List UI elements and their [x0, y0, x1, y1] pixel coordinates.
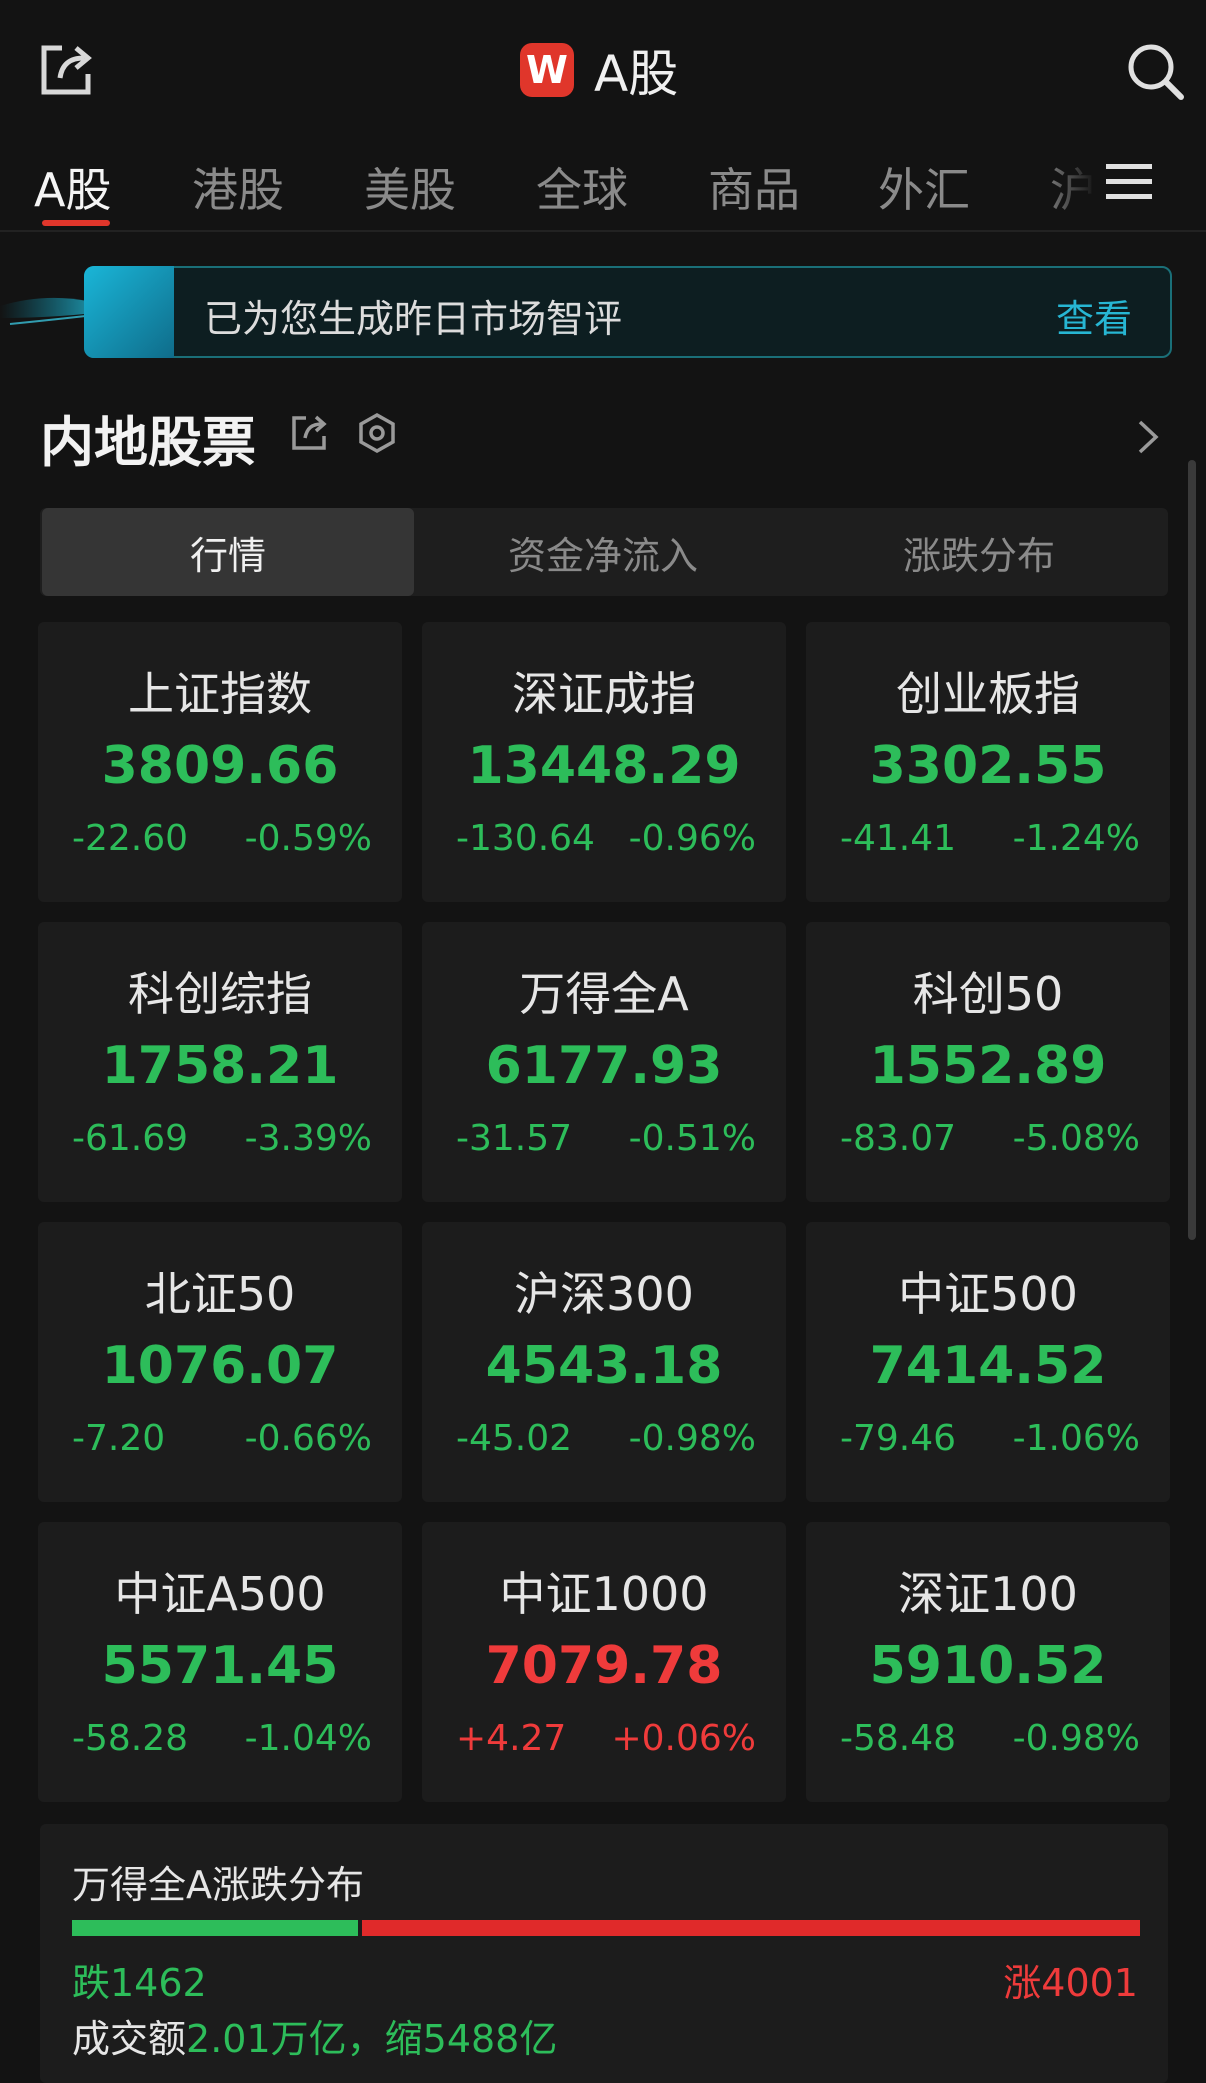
top-bar: W A股	[0, 0, 1206, 140]
index-name: 万得全A	[519, 967, 689, 1021]
index-change: -79.46	[840, 1418, 957, 1459]
section-title: 内地股票	[40, 411, 256, 474]
index-name: 科创50	[912, 967, 1064, 1021]
tab-commodities[interactable]: 商品	[708, 154, 800, 220]
index-value: 6177.93	[485, 1036, 723, 1096]
index-name: 沪深300	[514, 1267, 694, 1321]
index-value: 1552.89	[869, 1036, 1107, 1096]
index-card[interactable]: 沪深300 4543.18 -45.02 -0.98%	[422, 1222, 786, 1502]
segment-net-inflow[interactable]: 资金净流入	[416, 508, 790, 596]
index-value: 3302.55	[869, 736, 1107, 796]
turnover-label: 成交额	[72, 2017, 187, 2061]
index-change-percent: -1.06%	[1012, 1418, 1140, 1459]
advancers-bar	[362, 1920, 1140, 1936]
index-name: 中证500	[898, 1267, 1078, 1321]
market-tabs: A股 港股 美股 全球 商品 外汇 沪	[0, 140, 1206, 232]
index-value: 1758.21	[101, 1036, 339, 1096]
tab-a-shares[interactable]: A股	[34, 154, 111, 220]
turnover-value: 2.01万亿，	[186, 2017, 385, 2061]
tab-forex[interactable]: 外汇	[878, 154, 970, 220]
index-name: 深证100	[898, 1567, 1078, 1621]
distribution-title: 万得全A涨跌分布	[72, 1863, 364, 1907]
index-change-percent: +0.06%	[611, 1718, 756, 1759]
index-change: -22.60	[72, 818, 189, 859]
index-name: 深证成指	[512, 667, 696, 721]
index-card[interactable]: 上证指数 3809.66 -22.60 -0.59%	[38, 622, 402, 902]
index-change-percent: -0.66%	[244, 1418, 372, 1459]
index-card[interactable]: 深证100 5910.52 -58.48 -0.98%	[806, 1522, 1170, 1802]
advancers-count: 涨4001	[1003, 1961, 1138, 2005]
scrollbar[interactable]	[1188, 460, 1196, 1240]
decliners-bar	[72, 1920, 358, 1936]
turnover-text: 成交额2.01万亿，缩5488亿	[72, 2008, 557, 2063]
index-change: -7.20	[72, 1418, 166, 1459]
index-value: 7079.78	[485, 1636, 723, 1696]
index-value: 1076.07	[101, 1336, 339, 1396]
wind-logo: W	[520, 43, 574, 97]
index-name: 科创综指	[128, 967, 312, 1021]
index-change-percent: -0.51%	[628, 1118, 756, 1159]
index-value: 5910.52	[869, 1636, 1107, 1696]
index-name: 北证50	[144, 1267, 296, 1321]
index-change-percent: -0.96%	[628, 818, 756, 859]
section-share-icon[interactable]	[290, 412, 330, 452]
view-button[interactable]: 查看	[1056, 288, 1132, 343]
index-change: -58.28	[72, 1718, 189, 1759]
index-change: +4.27	[456, 1718, 567, 1759]
index-change: -130.64	[456, 818, 595, 859]
index-card[interactable]: 中证A500 5571.45 -58.28 -1.04%	[38, 1522, 402, 1802]
search-icon[interactable]	[1124, 40, 1186, 102]
index-change: -41.41	[840, 818, 957, 859]
index-card[interactable]: 北证50 1076.07 -7.20 -0.66%	[38, 1222, 402, 1502]
index-card[interactable]: 科创50 1552.89 -83.07 -5.08%	[806, 922, 1170, 1202]
tab-hk-shares[interactable]: 港股	[192, 154, 284, 220]
index-change-percent: -0.98%	[1012, 1718, 1140, 1759]
index-change: -45.02	[456, 1418, 573, 1459]
index-card[interactable]: 中证500 7414.52 -79.46 -1.06%	[806, 1222, 1170, 1502]
tab-global[interactable]: 全球	[536, 154, 628, 220]
index-change-percent: -3.39%	[244, 1118, 372, 1159]
page-title: A股	[594, 45, 679, 103]
index-change-percent: -5.08%	[1012, 1118, 1140, 1159]
index-name: 上证指数	[128, 667, 312, 721]
tab-us-shares[interactable]: 美股	[364, 154, 456, 220]
index-change-percent: -0.59%	[244, 818, 372, 859]
index-card[interactable]: 深证成指 13448.29 -130.64 -0.96%	[422, 622, 786, 902]
index-name: 中证1000	[499, 1567, 709, 1621]
index-value: 5571.45	[101, 1636, 339, 1696]
index-value: 7414.52	[869, 1336, 1107, 1396]
index-change-percent: -0.98%	[628, 1418, 756, 1459]
index-card[interactable]: 中证1000 7079.78 +4.27 +0.06%	[422, 1522, 786, 1802]
index-change: -58.48	[840, 1718, 957, 1759]
turnover-change: 缩5488亿	[384, 2017, 558, 2061]
index-value: 13448.29	[467, 736, 741, 796]
index-change: -31.57	[456, 1118, 573, 1159]
chevron-right-icon[interactable]	[1134, 418, 1162, 456]
ai-review-icon	[84, 266, 174, 358]
index-card[interactable]: 科创综指 1758.21 -61.69 -3.39%	[38, 922, 402, 1202]
segment-distribution[interactable]: 涨跌分布	[792, 508, 1166, 596]
index-card[interactable]: 创业板指 3302.55 -41.41 -1.24%	[806, 622, 1170, 902]
menu-icon[interactable]	[1106, 162, 1152, 202]
active-tab-indicator	[42, 220, 110, 226]
segment-quotes[interactable]: 行情	[42, 508, 414, 596]
index-name: 中证A500	[114, 1567, 326, 1621]
index-change-percent: -1.24%	[1012, 818, 1140, 859]
index-change: -61.69	[72, 1118, 189, 1159]
settings-icon[interactable]	[356, 412, 398, 454]
decliners-count: 跌1462	[72, 1961, 207, 2005]
segment-control: 行情 资金净流入 涨跌分布	[40, 508, 1168, 596]
index-change: -83.07	[840, 1118, 957, 1159]
share-icon[interactable]	[36, 40, 96, 100]
banner-text: 已为您生成昨日市场智评	[204, 297, 623, 341]
index-card[interactable]: 万得全A 6177.93 -31.57 -0.51%	[422, 922, 786, 1202]
distribution-panel[interactable]: 万得全A涨跌分布 跌1462 涨4001 成交额2.01万亿，缩5488亿	[40, 1824, 1168, 2083]
index-name: 创业板指	[896, 667, 1080, 721]
index-value: 4543.18	[485, 1336, 723, 1396]
index-change-percent: -1.04%	[244, 1718, 372, 1759]
index-value: 3809.66	[101, 736, 339, 796]
app-brand: W A股	[520, 40, 678, 103]
